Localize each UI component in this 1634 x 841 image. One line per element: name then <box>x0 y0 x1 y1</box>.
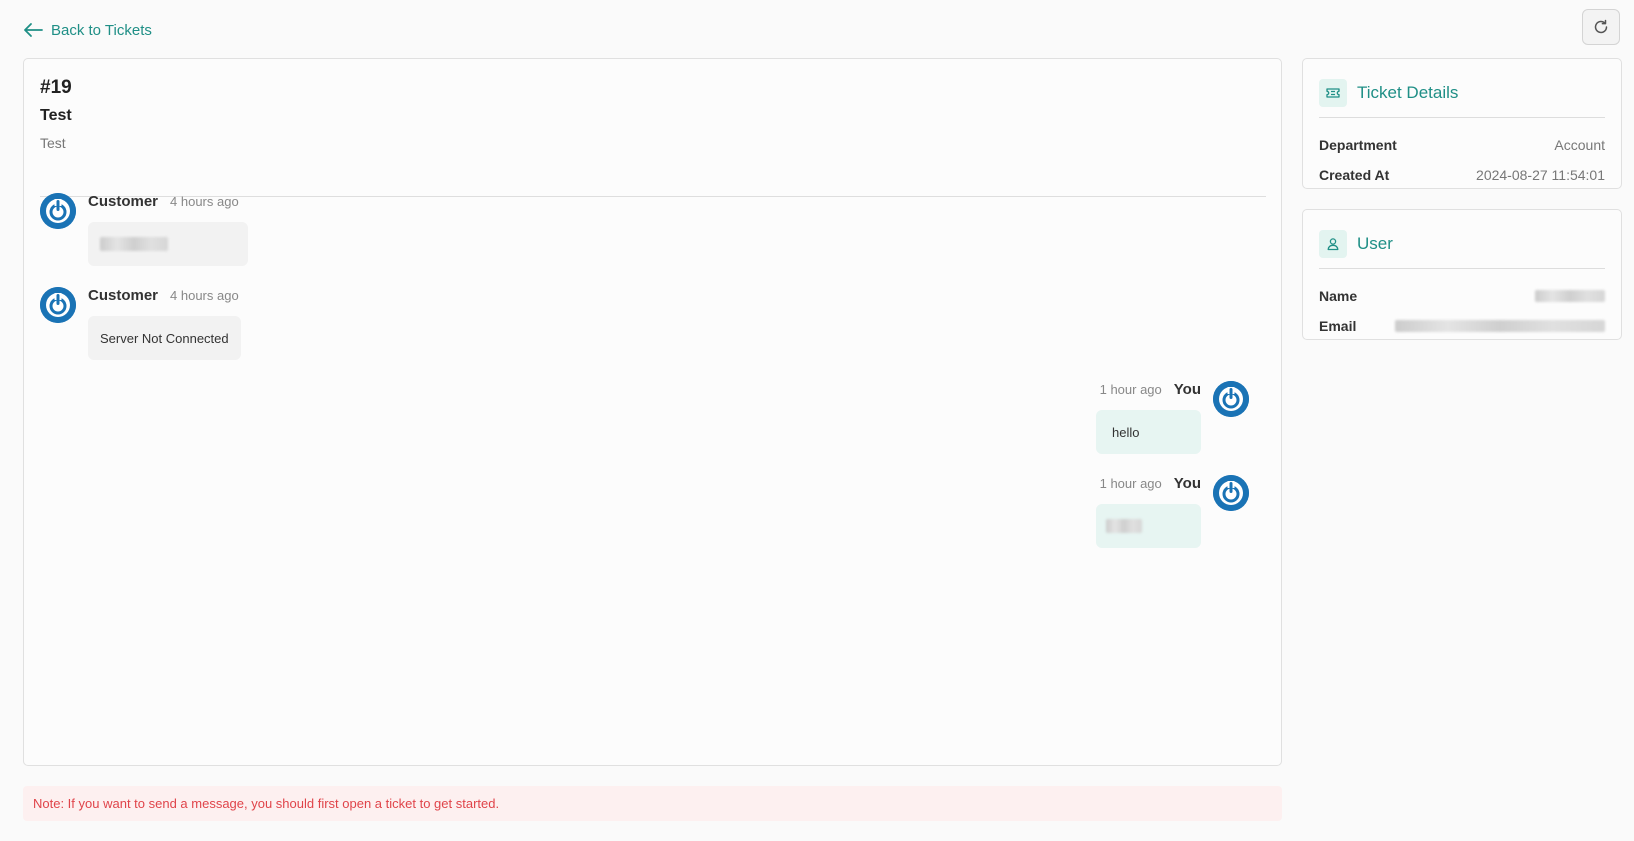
message-time: 1 hour ago <box>1099 382 1162 397</box>
message-bubble: hello <box>1096 410 1201 454</box>
send-message-note: Note: If you want to send a message, you… <box>23 786 1282 821</box>
arrow-left-icon <box>24 23 43 37</box>
message-author: You <box>1173 475 1201 492</box>
back-to-tickets-link[interactable]: Back to Tickets <box>23 22 152 39</box>
message-item: Customer 4 hours ago <box>40 193 248 266</box>
department-row: Department Account <box>1319 130 1605 160</box>
name-label: Name <box>1319 288 1358 304</box>
top-bar: Back to Tickets <box>23 9 1620 45</box>
avatar <box>40 287 76 323</box>
power-icon <box>40 287 76 323</box>
created-at-row: Created At 2024-08-27 11:54:01 <box>1319 160 1605 190</box>
redacted-text <box>100 237 168 251</box>
ticket-number: #19 <box>40 77 72 98</box>
message-bubble <box>88 222 248 266</box>
email-row: Email <box>1319 311 1605 341</box>
created-at-label: Created At <box>1319 167 1390 183</box>
redacted-text <box>1106 519 1142 533</box>
message-author: Customer <box>88 193 159 210</box>
message-bubble: Server Not Connected <box>88 316 241 360</box>
ticket-icon <box>1326 88 1340 98</box>
message-time: 4 hours ago <box>170 194 239 209</box>
avatar <box>40 193 76 229</box>
avatar <box>1213 475 1249 511</box>
user-card: User Name Email <box>1302 209 1622 340</box>
user-title: User <box>1357 234 1393 253</box>
conversation-panel: #19 Test Test Customer 4 hours ago Custo… <box>23 58 1282 766</box>
avatar <box>1213 381 1249 417</box>
redacted-name <box>1535 290 1605 302</box>
power-icon <box>40 193 76 229</box>
message-time: 1 hour ago <box>1099 476 1162 491</box>
back-label: Back to Tickets <box>51 21 152 39</box>
message-item: 1 hour ago You hello <box>1096 381 1249 454</box>
ticket-description: Test <box>40 135 66 151</box>
department-label: Department <box>1319 137 1397 153</box>
power-icon <box>1213 475 1249 511</box>
ticket-subject: Test <box>40 107 72 124</box>
name-row: Name <box>1319 281 1605 311</box>
ticket-header: #19 Test Test <box>40 77 1266 197</box>
refresh-icon <box>1594 19 1608 34</box>
redacted-email <box>1395 320 1605 332</box>
message-time: 4 hours ago <box>170 288 239 303</box>
ticket-details-card: Ticket Details Department Account Create… <box>1302 58 1622 189</box>
power-icon <box>1213 381 1249 417</box>
user-icon-wrap <box>1319 230 1347 258</box>
message-author: You <box>1173 381 1201 398</box>
user-icon <box>1327 238 1339 251</box>
ticket-details-title: Ticket Details <box>1357 83 1459 102</box>
created-at-value: 2024-08-27 11:54:01 <box>1476 167 1605 183</box>
message-item: 1 hour ago You <box>1096 475 1249 548</box>
message-author: Customer <box>88 287 159 304</box>
email-label: Email <box>1319 318 1357 334</box>
ticket-icon-wrap <box>1319 79 1347 107</box>
message-bubble <box>1096 504 1201 548</box>
department-value: Account <box>1554 137 1605 153</box>
refresh-button[interactable] <box>1582 9 1620 45</box>
message-item: Customer 4 hours ago Server Not Connecte… <box>40 287 241 360</box>
